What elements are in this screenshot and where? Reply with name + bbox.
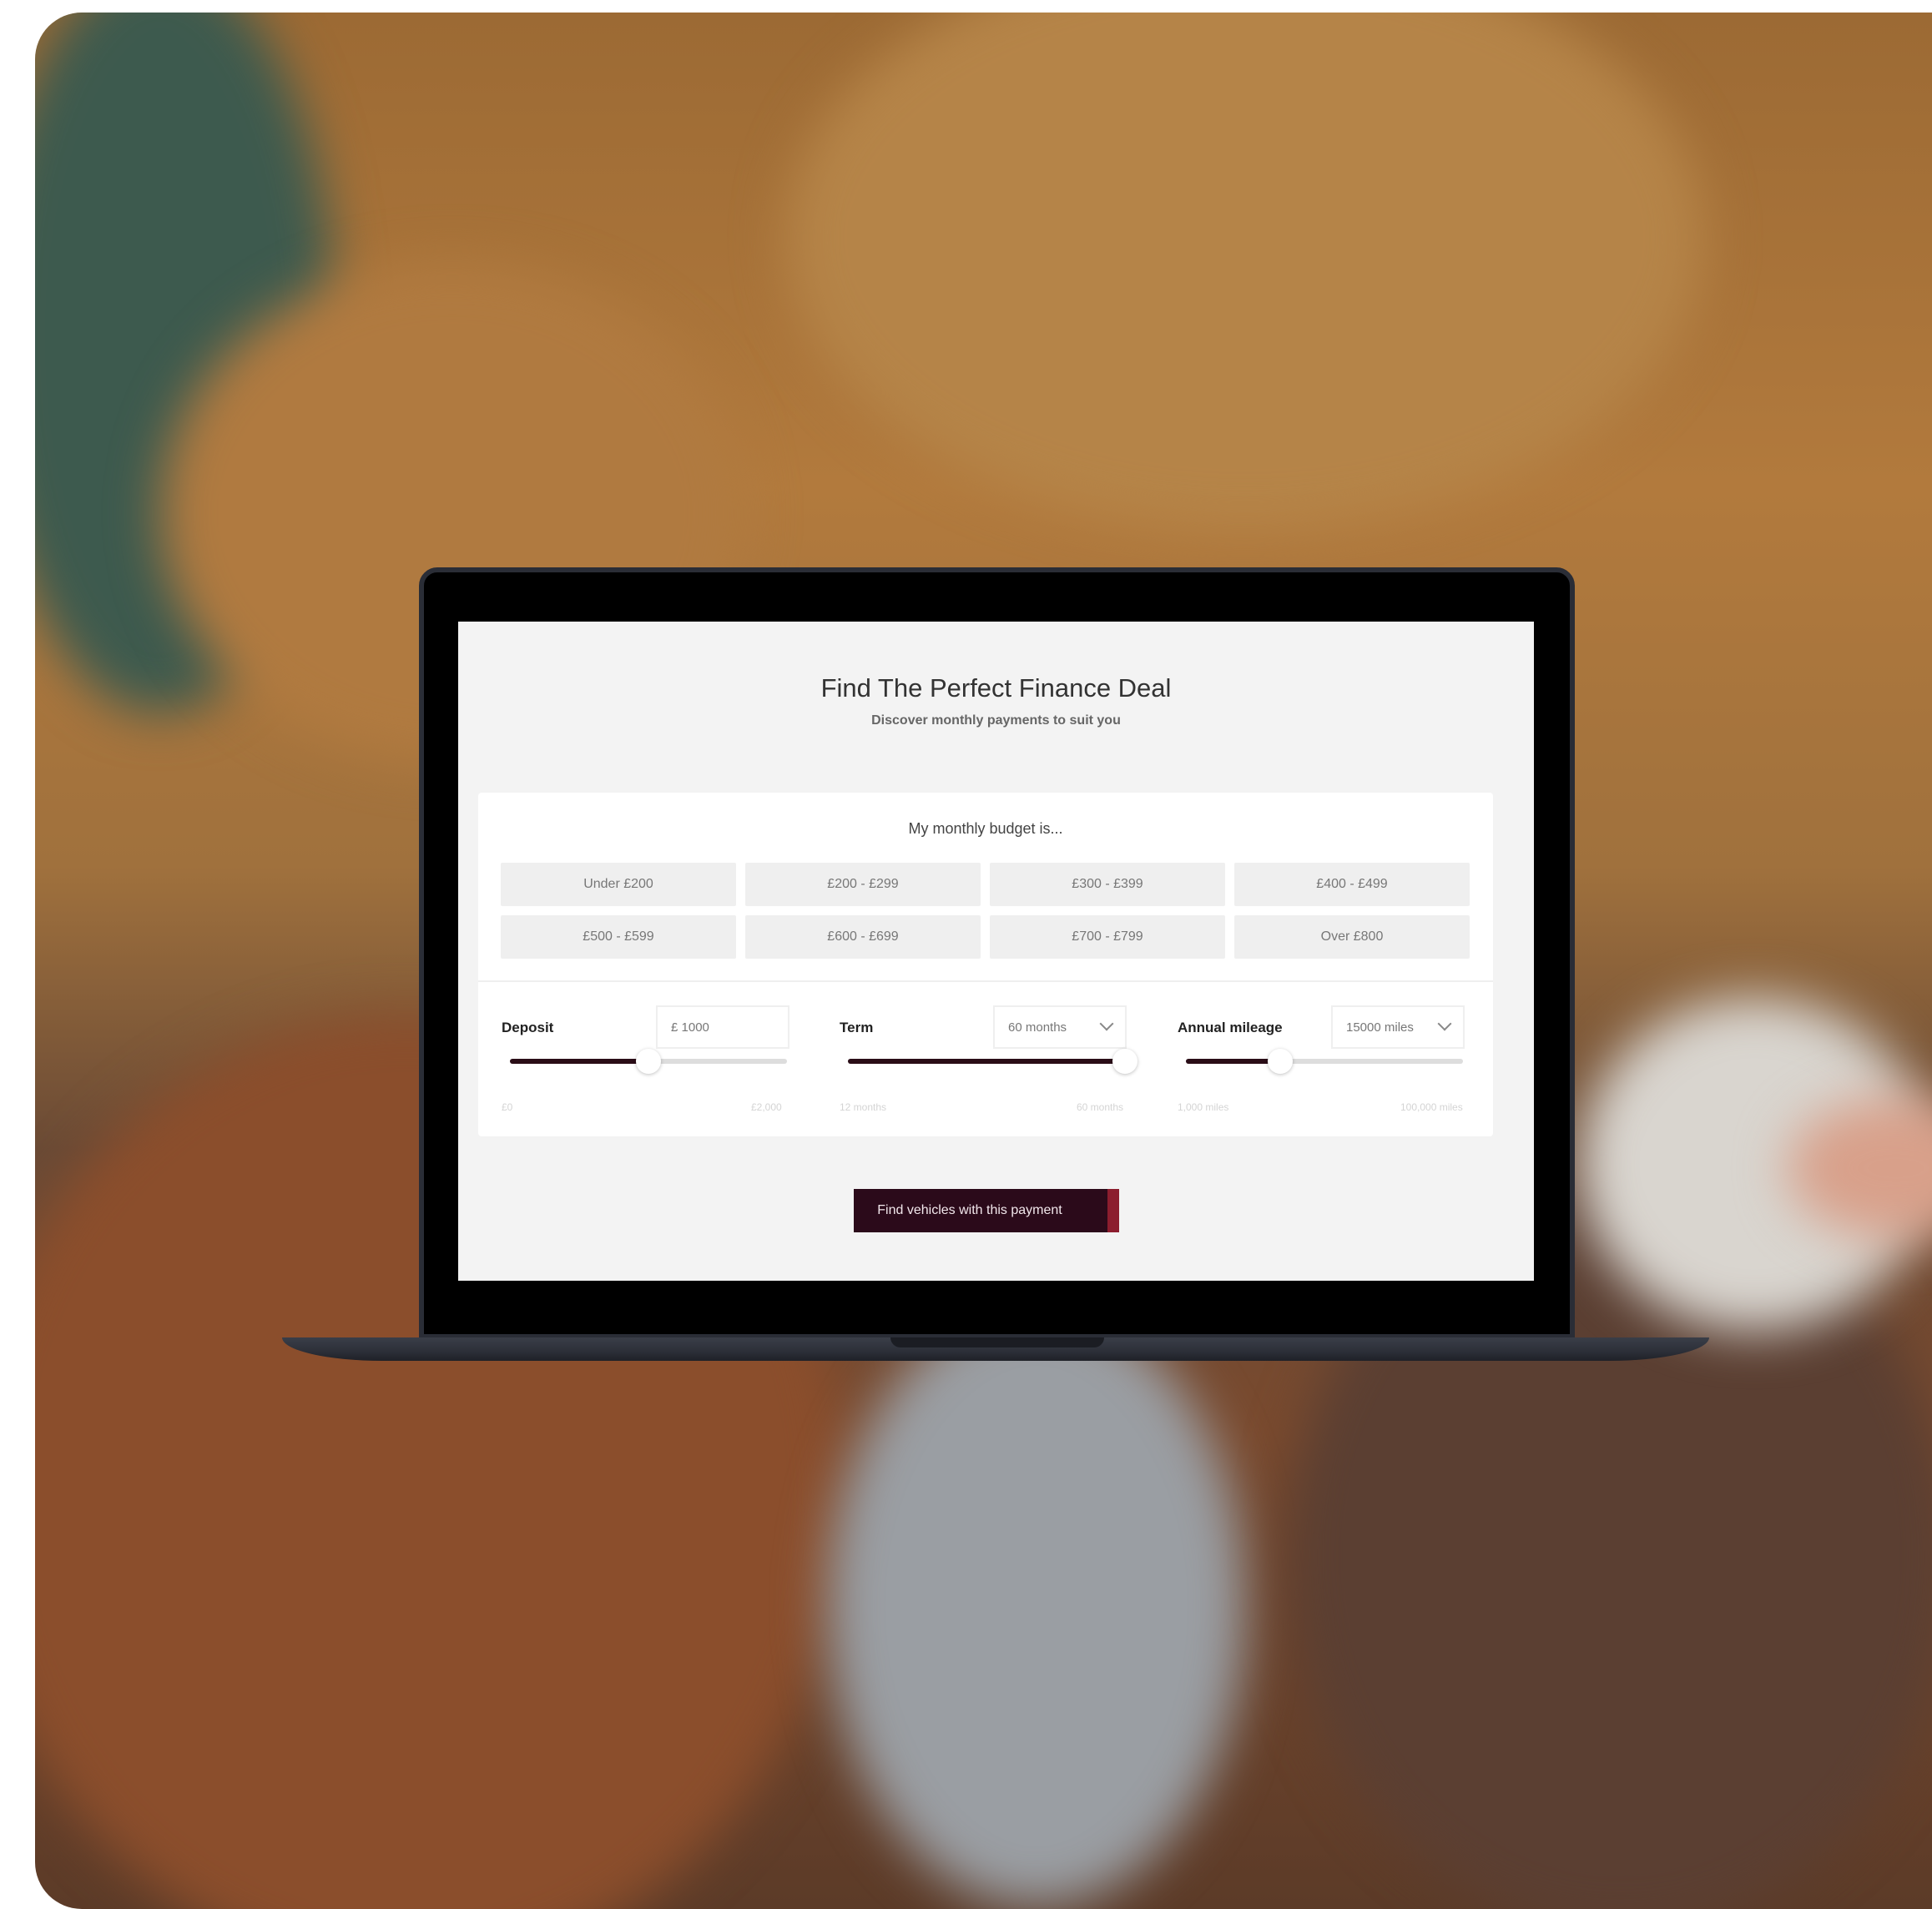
deposit-slider-fill: [510, 1059, 648, 1064]
mileage-slider-fill: [1186, 1059, 1280, 1064]
page-subtitle: Discover monthly payments to suit you: [871, 713, 1121, 728]
deposit-label: Deposit: [502, 1020, 554, 1035]
laptop-notch: [890, 1337, 1104, 1347]
deposit-value: £ 1000: [671, 1020, 709, 1035]
mileage-value: 15000 miles: [1346, 1020, 1414, 1035]
term-select[interactable]: 60 months: [993, 1005, 1127, 1049]
mileage-max-label: 100,000 miles: [1400, 1101, 1463, 1113]
deposit-slider-handle[interactable]: [636, 1049, 661, 1074]
budget-option[interactable]: £500 - £599: [501, 915, 736, 959]
budget-option[interactable]: £700 - £799: [990, 915, 1225, 959]
mileage-label: Annual mileage: [1178, 1020, 1283, 1035]
term-min-label: 12 months: [840, 1101, 887, 1113]
deposit-max-label: £2,000: [751, 1101, 782, 1113]
deposit-input[interactable]: £ 1000: [656, 1005, 789, 1049]
mileage-slider-handle[interactable]: [1267, 1049, 1293, 1074]
budget-option[interactable]: £200 - £299: [745, 863, 981, 906]
budget-option[interactable]: £400 - £499: [1234, 863, 1470, 906]
chevron-down-icon: [1437, 1016, 1452, 1031]
divider: [478, 980, 1493, 982]
background-blur-keyboard: [828, 1306, 1245, 1906]
chevron-down-icon: [1099, 1016, 1114, 1031]
term-slider-handle[interactable]: [1112, 1049, 1138, 1074]
budget-label: My monthly budget is...: [908, 820, 1063, 837]
budget-option[interactable]: Under £200: [501, 863, 736, 906]
term-max-label: 60 months: [1077, 1101, 1124, 1113]
term-value: 60 months: [1008, 1020, 1067, 1035]
budget-option[interactable]: £600 - £699: [745, 915, 981, 959]
budget-option[interactable]: Over £800: [1234, 915, 1470, 959]
laptop-screen: Find The Perfect Finance Deal Discover m…: [458, 622, 1534, 1281]
budget-option[interactable]: £300 - £399: [990, 863, 1225, 906]
mileage-min-label: 1,000 miles: [1178, 1101, 1229, 1113]
mileage-select[interactable]: 15000 miles: [1331, 1005, 1465, 1049]
page-title: Find The Perfect Finance Deal: [820, 673, 1172, 703]
term-label: Term: [840, 1020, 874, 1035]
term-slider-fill: [848, 1059, 1125, 1064]
find-vehicles-button[interactable]: Find vehicles with this payment: [854, 1189, 1119, 1232]
deposit-min-label: £0: [502, 1101, 513, 1113]
finance-panel: My monthly budget is... Under £200 £200 …: [478, 793, 1493, 1136]
background-blur-sweater: [786, 13, 1704, 530]
